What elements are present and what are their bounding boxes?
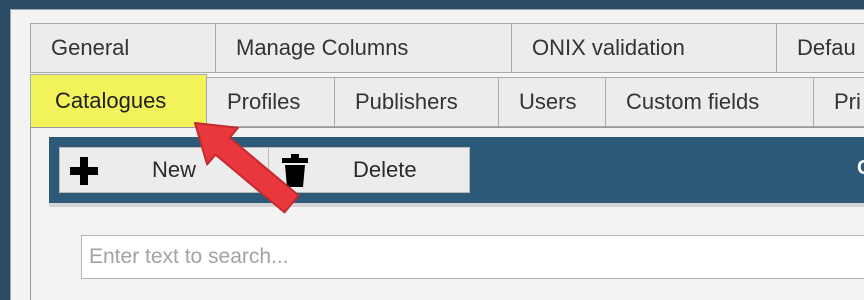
tab-catalogues[interactable]: Catalogues xyxy=(30,74,207,127)
tab-users[interactable]: Users xyxy=(498,77,606,127)
tab-profiles[interactable]: Profiles xyxy=(206,77,335,127)
tab-defaults-label: Defau xyxy=(797,35,856,60)
tab-onix-validation[interactable]: ONIX validation xyxy=(511,23,777,73)
tab-general-label: General xyxy=(51,35,130,60)
tab-manage-columns-label: Manage Columns xyxy=(236,35,409,60)
tab-pricing-label: Pri xyxy=(834,89,861,114)
delete-button[interactable]: Delete xyxy=(268,147,470,193)
toolbar-edge-label: C xyxy=(857,157,864,180)
tab-custom-fields-label: Custom fields xyxy=(626,89,760,114)
delete-button-label: Delete xyxy=(353,157,417,182)
search-input[interactable] xyxy=(81,235,864,279)
tab-publishers[interactable]: Publishers xyxy=(334,77,499,127)
plus-icon xyxy=(70,157,98,185)
tab-manage-columns[interactable]: Manage Columns xyxy=(215,23,512,73)
tab-catalogues-label: Catalogues xyxy=(55,88,167,113)
window-frame-left xyxy=(0,0,10,300)
trash-icon xyxy=(282,154,308,187)
tab-onix-validation-label: ONIX validation xyxy=(532,35,685,60)
tab-publishers-label: Publishers xyxy=(355,89,458,114)
tab-pricing[interactable]: Pri xyxy=(813,77,864,127)
tab-custom-fields[interactable]: Custom fields xyxy=(605,77,814,127)
tab-profiles-label: Profiles xyxy=(227,89,301,114)
tab-general[interactable]: General xyxy=(30,23,216,73)
tab-defaults[interactable]: Defau xyxy=(776,23,864,73)
new-button[interactable]: New xyxy=(59,147,273,193)
window-frame-top xyxy=(0,0,864,9)
tab-users-label: Users xyxy=(519,89,577,114)
new-button-label: New xyxy=(152,157,197,182)
